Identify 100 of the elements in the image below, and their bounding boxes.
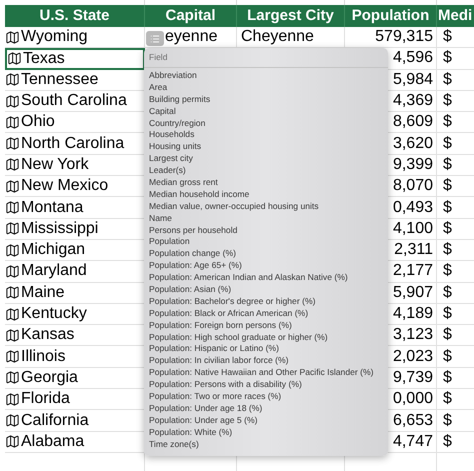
field-option[interactable]: Housing units — [149, 141, 202, 154]
population-text: 4,369 — [392, 91, 433, 112]
field-option[interactable]: Population: In civilian labor force (%) — [149, 355, 288, 368]
state-name: Tennessee — [21, 70, 98, 90]
state-name: Alabama — [21, 432, 84, 452]
city-text: Cheyenne — [241, 27, 314, 48]
field-option[interactable]: Population: Asian (%) — [149, 284, 232, 296]
field-option[interactable]: Population: High school graduate or higher (%) — [149, 332, 328, 344]
currency-text: $ — [443, 368, 452, 388]
population-text: 2,177 — [392, 261, 433, 282]
map-icon — [5, 136, 20, 152]
field-list-button[interactable] — [146, 31, 164, 46]
map-icon — [5, 178, 20, 194]
map-icon — [5, 285, 20, 300]
field-option[interactable]: Country/region — [149, 118, 206, 130]
map-icon — [5, 306, 20, 322]
currency-text: $ — [443, 325, 452, 346]
field-option[interactable]: Median household income — [149, 188, 250, 201]
map-icon — [5, 264, 20, 279]
population-text: 579,315 — [375, 27, 433, 48]
state-name: Georgia — [21, 368, 78, 388]
currency-text: $ — [443, 27, 452, 48]
population-text: 6,653 — [392, 410, 433, 430]
field-option[interactable]: Population: Black or African American (%) — [149, 308, 308, 320]
map-icon — [5, 328, 20, 343]
field-option[interactable]: Leader(s) — [149, 165, 186, 178]
field-option[interactable]: Median value, owner-occupied housing units — [149, 200, 319, 213]
state-cell[interactable]: Wyoming — [5, 27, 145, 48]
currency-text: $ — [443, 70, 452, 90]
state-name: Ohio — [21, 112, 55, 132]
state-name: North Carolina — [21, 134, 124, 154]
map-icon — [5, 30, 20, 45]
field-option[interactable]: Time zone(s) — [149, 438, 199, 450]
field-option[interactable]: Capital — [149, 106, 176, 118]
population-text: 2,023 — [392, 346, 433, 367]
currency-text: $ — [443, 176, 452, 196]
field-option[interactable]: Population: Under age 5 (%) — [149, 414, 258, 427]
field-option[interactable]: Population: Persons with a disability (%) — [149, 379, 302, 392]
field-option[interactable]: Population: Bachelor's degree or higher (%) — [149, 296, 316, 308]
map-icon — [5, 200, 20, 216]
map-icon — [5, 392, 20, 407]
field-option[interactable]: Population: Age 65+ (%) — [149, 260, 242, 272]
population-text: 4,596 — [392, 48, 433, 68]
state-name: Maryland — [21, 261, 87, 282]
column-header: Medi — [437, 5, 474, 27]
field-option[interactable]: Median gross rent — [149, 177, 218, 189]
currency-text: $ — [443, 389, 452, 410]
population-text: 4,747 — [392, 432, 433, 452]
state-name: California — [21, 410, 89, 430]
state-name: New Mexico — [21, 176, 108, 196]
currency-text: $ — [443, 410, 452, 430]
field-option[interactable]: Population change (%) — [149, 248, 236, 260]
currency-text: $ — [443, 282, 452, 303]
population-text: 5,907 — [392, 282, 433, 303]
currency-text: $ — [443, 48, 452, 68]
field-option[interactable]: Population: Hispanic or Latino (%) — [149, 343, 279, 356]
state-name: South Carolina — [21, 91, 127, 112]
currency-text: $ — [443, 304, 452, 324]
currency-text: $ — [443, 112, 452, 132]
state-name: Wyoming — [21, 27, 88, 48]
field-option[interactable]: Population: White (%) — [149, 426, 232, 439]
map-icon — [7, 51, 22, 66]
list-icon — [150, 34, 160, 44]
map-icon — [5, 370, 20, 386]
map-icon — [5, 349, 20, 364]
field-option[interactable]: Population: Two or more races (%) — [149, 391, 282, 403]
population-text: 0,493 — [392, 198, 433, 218]
currency-text: $ — [443, 240, 452, 260]
popup-header: Field — [149, 51, 168, 64]
population-text: 9,739 — [392, 368, 433, 388]
population-text: 4,189 — [392, 304, 433, 324]
column-header: Capital — [145, 5, 237, 27]
map-icon — [5, 242, 20, 258]
field-option[interactable]: Population: American Indian and Alaskan Native (%) — [149, 272, 348, 284]
field-option[interactable]: Abbreviation — [149, 70, 197, 82]
column-header: Largest City — [237, 5, 345, 27]
population-text: 3,620 — [392, 134, 433, 154]
field-option[interactable]: Population — [149, 236, 190, 248]
field-option[interactable]: Name — [149, 212, 172, 225]
map-icon — [5, 72, 20, 88]
field-option[interactable]: Area — [149, 82, 168, 94]
field-option[interactable]: Persons per household — [149, 224, 238, 236]
field-option[interactable]: Population: Under age 18 (%) — [149, 402, 262, 415]
state-name: Montana — [21, 198, 84, 218]
population-text: 0,000 — [392, 389, 433, 410]
population-text: 3,123 — [392, 325, 433, 346]
state-cell[interactable]: Texas — [5, 48, 145, 70]
field-option[interactable]: Building permits — [149, 94, 210, 106]
population-text: 8,070 — [392, 176, 433, 196]
field-option[interactable]: Population: Native Hawaiian and Other Pacific Islander (%) — [149, 367, 374, 380]
population-text: 8,609 — [392, 112, 433, 132]
currency-text: $ — [443, 154, 452, 175]
field-option[interactable]: Households — [149, 129, 194, 142]
currency-text: $ — [443, 432, 452, 452]
map-icon — [5, 434, 20, 450]
field-option[interactable]: Population: Foreign born persons (%) — [149, 320, 292, 332]
map-icon — [5, 412, 20, 428]
state-name: Florida — [21, 389, 70, 410]
field-option[interactable]: Largest city — [149, 153, 193, 166]
population-text: 9,399 — [392, 154, 433, 175]
